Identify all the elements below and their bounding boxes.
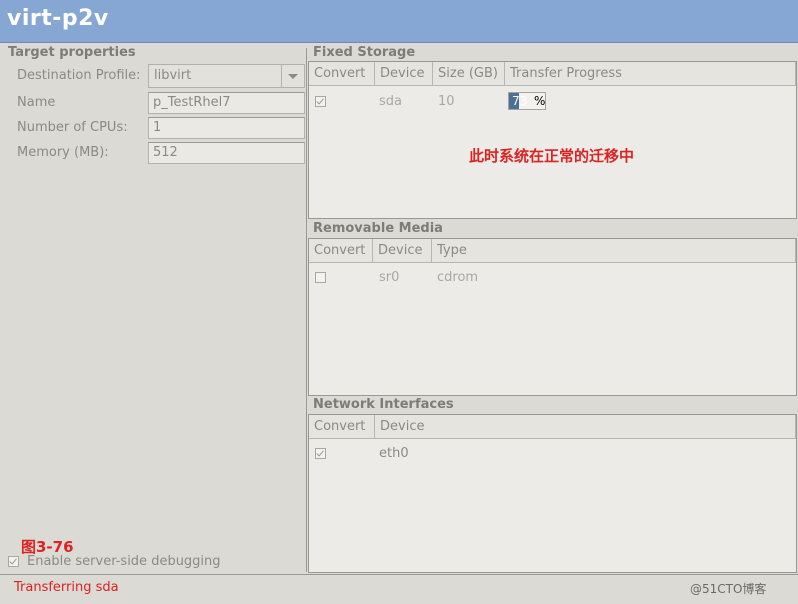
destination-profile-label: Destination Profile: [17, 68, 141, 83]
convert-checkbox[interactable] [315, 448, 326, 459]
col-device[interactable]: Device [375, 415, 796, 439]
chevron-down-icon[interactable] [281, 65, 304, 87]
device-cell: sda [379, 94, 402, 109]
target-properties-title: Target properties [8, 45, 136, 60]
convert-checkbox[interactable] [315, 96, 326, 107]
debug-label: Enable server-side debugging [27, 554, 221, 569]
window-titlebar: virt-p2v [0, 0, 798, 43]
col-type[interactable]: Type [432, 239, 796, 263]
destination-profile-select[interactable]: libvirt [148, 64, 305, 88]
col-device[interactable]: Device [375, 62, 433, 86]
progress-unit: % [534, 94, 546, 108]
col-convert[interactable]: Convert [309, 62, 375, 86]
name-label: Name [17, 95, 56, 110]
memory-field[interactable]: 512 [148, 142, 305, 164]
col-convert[interactable]: Convert [309, 415, 375, 439]
status-bar: Transferring sda @51CTO博客 [0, 574, 798, 604]
removable-media-title: Removable Media [313, 221, 443, 236]
network-interfaces-table: Convert Device [308, 414, 797, 573]
progress-value: 73 [512, 94, 528, 108]
col-size[interactable]: Size (GB) [433, 62, 505, 86]
cpus-field[interactable]: 1 [148, 117, 305, 139]
col-convert[interactable]: Convert [309, 239, 373, 263]
col-device[interactable]: Device [373, 239, 432, 263]
type-cell: cdrom [437, 270, 479, 285]
status-text: Transferring sda [14, 580, 119, 595]
network-interfaces-title: Network Interfaces [313, 397, 454, 412]
device-cell: sr0 [379, 270, 400, 285]
device-cell: eth0 [379, 446, 409, 461]
col-transfer-progress[interactable]: Transfer Progress [505, 62, 796, 86]
debug-checkbox[interactable] [8, 556, 19, 567]
watermark: @51CTO博客 [690, 582, 767, 596]
memory-label: Memory (MB): [17, 145, 109, 160]
destination-profile-value: libvirt [154, 68, 192, 83]
window-title: virt-p2v [7, 6, 109, 31]
removable-media-table: Convert Device Type [308, 238, 797, 396]
size-cell: 10 [438, 94, 455, 109]
convert-checkbox[interactable] [315, 272, 326, 283]
fixed-storage-title: Fixed Storage [313, 45, 416, 60]
fixed-storage-table: Convert Device Size (GB) Transfer Progre… [308, 61, 797, 219]
migration-note: 此时系统在正常的迁移中 [469, 147, 635, 165]
cpus-label: Number of CPUs: [17, 120, 128, 135]
name-field[interactable]: p_TestRhel7 [148, 92, 305, 114]
transfer-progress-bar: 73 % [508, 92, 546, 110]
